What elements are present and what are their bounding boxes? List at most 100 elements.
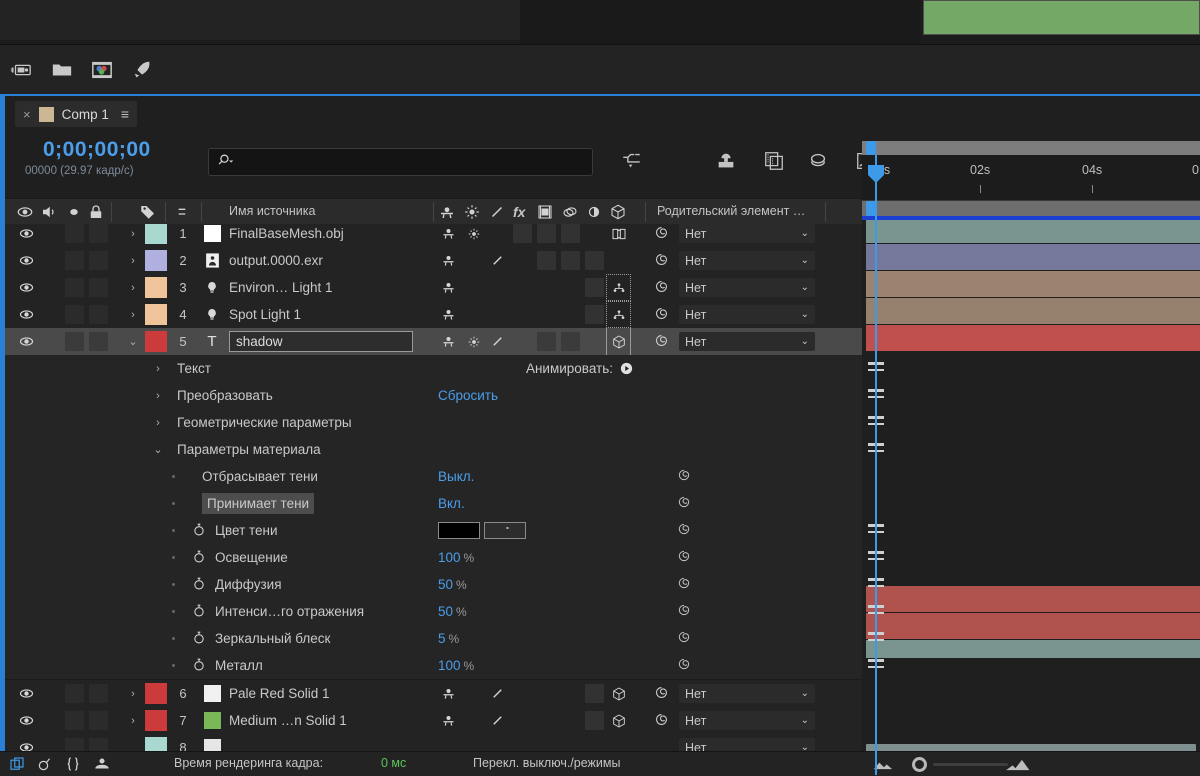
layer-name-input[interactable]: shadow xyxy=(229,331,413,352)
timeline-navigator-bar[interactable] xyxy=(862,141,1200,155)
parent-pickwhip-icon[interactable] xyxy=(653,305,672,324)
workspace-icon[interactable] xyxy=(8,59,34,83)
layer-name[interactable]: Environ… Light 1 xyxy=(229,274,333,301)
zoom-slider-track[interactable] xyxy=(933,763,1008,766)
parent-pickwhip-icon[interactable] xyxy=(653,684,672,703)
solo-toggle[interactable] xyxy=(65,711,84,730)
quality-switch[interactable] xyxy=(488,332,507,351)
quality-switch[interactable] xyxy=(488,711,507,730)
lock-toggle[interactable] xyxy=(89,332,108,351)
property-group-transform[interactable]: › Преобразовать Сбросить xyxy=(5,382,862,410)
adjustment-switch[interactable] xyxy=(585,684,604,703)
3d-axis-icon[interactable] xyxy=(609,278,628,297)
work-area-bar[interactable] xyxy=(862,201,1200,216)
label-tag-icon[interactable] xyxy=(139,203,157,224)
property-row-metal[interactable]: Металл 100 % xyxy=(5,652,862,680)
table-row[interactable]: ⌄ 5 T shadow Нет ⌄ xyxy=(5,328,862,356)
close-icon[interactable]: × xyxy=(23,108,31,121)
expression-swirl-icon[interactable] xyxy=(676,629,695,648)
navigator-start-handle[interactable] xyxy=(866,141,876,155)
layer-twirl-icon[interactable]: › xyxy=(125,274,141,301)
property-value[interactable]: Вкл. xyxy=(438,490,465,517)
solo-toggle[interactable] xyxy=(65,251,84,270)
solo-toggle[interactable] xyxy=(65,305,84,324)
shy-switch[interactable] xyxy=(439,711,458,730)
table-row[interactable]: › 4 Spot Light 1 Нет ⌄ xyxy=(5,301,862,329)
3d-cube-icon[interactable] xyxy=(609,332,628,351)
motion-blur-switch[interactable] xyxy=(561,224,580,243)
quality-icon[interactable] xyxy=(488,203,506,224)
property-row-specular-intensity[interactable]: Интенси…го отражения 50 % xyxy=(5,598,862,626)
stopwatch-icon[interactable] xyxy=(191,548,209,567)
chevron-right-icon[interactable]: › xyxy=(151,355,165,382)
shadow-color-swatch[interactable] xyxy=(438,522,480,539)
shy-switch[interactable] xyxy=(439,305,458,324)
adjustment-switch[interactable] xyxy=(585,711,604,730)
table-row[interactable]: › 1 FinalBaseMesh.obj Нет ⌄ xyxy=(5,224,862,248)
layer-label-color[interactable] xyxy=(145,683,167,704)
expression-swirl-icon[interactable] xyxy=(676,521,695,540)
property-value[interactable]: 50 % xyxy=(438,598,467,625)
adjustment-switch[interactable] xyxy=(585,251,604,270)
shy-switch[interactable] xyxy=(439,278,458,297)
reset-link[interactable]: Сбросить xyxy=(438,382,498,409)
comp-tab[interactable]: × Comp 1 ≡ xyxy=(15,101,138,127)
layer-bar[interactable] xyxy=(866,220,1200,243)
expression-swirl-icon[interactable] xyxy=(676,602,695,621)
hide-shy-layers-icon[interactable] xyxy=(762,150,790,176)
expression-swirl-icon[interactable] xyxy=(676,656,695,675)
panel-menu-icon[interactable]: ≡ xyxy=(121,106,129,122)
layer-bar[interactable] xyxy=(866,640,1200,658)
3d-cube-icon[interactable] xyxy=(609,684,628,703)
layer-name[interactable]: output.0000.exr xyxy=(229,247,323,274)
parent-select[interactable]: Нет ⌄ xyxy=(679,224,815,243)
property-group-text[interactable]: › Текст Анимировать: xyxy=(5,355,862,383)
audio-icon[interactable] xyxy=(40,203,58,224)
property-row-light-transmission[interactable]: Освещение 100 % xyxy=(5,544,862,572)
parent-select[interactable]: Нет ⌄ xyxy=(679,251,815,270)
lock-toggle[interactable] xyxy=(89,278,108,297)
solo-toggle[interactable] xyxy=(65,738,84,751)
solo-icon[interactable] xyxy=(65,203,83,224)
3d-axis-icon[interactable] xyxy=(609,305,628,324)
layer-visibility-toggle[interactable] xyxy=(17,328,35,355)
layer-twirl-icon[interactable]: ⌄ xyxy=(125,328,141,355)
layer-bar[interactable] xyxy=(866,298,1200,324)
video-eye-icon[interactable] xyxy=(16,203,34,224)
solo-toggle[interactable] xyxy=(65,224,84,243)
table-row[interactable]: › 2 output.0000.exr Нет ⌄ xyxy=(5,247,862,275)
layer-label-color[interactable] xyxy=(145,710,167,731)
layer-label-color[interactable] xyxy=(145,304,167,325)
adjustment-switch[interactable] xyxy=(585,305,604,324)
table-row[interactable]: › 3 Environ… Light 1 Нет ⌄ xyxy=(5,274,862,302)
column-header-source-name[interactable]: Имя источника xyxy=(229,204,315,218)
layer-bar[interactable] xyxy=(866,586,1200,612)
folder-icon[interactable] xyxy=(50,59,76,83)
shy-switch[interactable] xyxy=(439,251,458,270)
lock-toggle[interactable] xyxy=(89,738,108,751)
layer-twirl-icon[interactable]: › xyxy=(125,301,141,328)
layer-visibility-toggle[interactable] xyxy=(17,301,35,328)
quality-switch[interactable] xyxy=(488,251,507,270)
layer-name[interactable]: Medium …n Solid 1 xyxy=(229,707,347,734)
property-group-material[interactable]: ⌄ Параметры материала xyxy=(5,436,862,464)
animate-button[interactable]: Анимировать: xyxy=(526,355,634,382)
frame-blend-icon[interactable] xyxy=(36,755,58,774)
3d-cube-icon[interactable] xyxy=(609,711,628,730)
layer-bar[interactable] xyxy=(866,613,1200,639)
expression-swirl-icon[interactable] xyxy=(676,548,695,567)
lock-toggle[interactable] xyxy=(89,251,108,270)
property-value[interactable]: 5 % xyxy=(438,625,459,652)
layer-visibility-toggle[interactable] xyxy=(17,274,35,301)
property-row-specular-shininess[interactable]: Зеркальный блеск 5 % xyxy=(5,625,862,653)
stopwatch-icon[interactable] xyxy=(191,521,209,540)
expression-swirl-icon[interactable] xyxy=(676,494,695,513)
layer-bar[interactable] xyxy=(866,271,1200,297)
shy-icon[interactable] xyxy=(438,203,456,224)
layer-label-color[interactable] xyxy=(145,331,167,352)
layer-bar[interactable] xyxy=(866,244,1200,270)
frame-blending-switch[interactable] xyxy=(537,224,556,243)
parent-select[interactable]: Нет ⌄ xyxy=(679,738,815,751)
braces-icon[interactable] xyxy=(64,755,86,774)
collapse-transformations-icon[interactable] xyxy=(463,203,481,224)
